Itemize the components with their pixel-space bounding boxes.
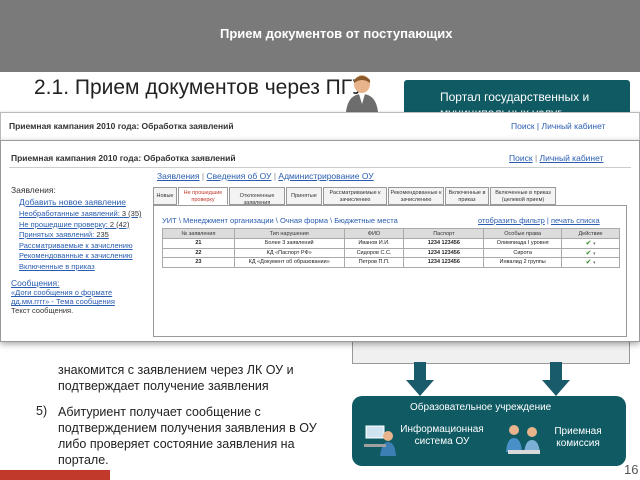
cell-fio: Петров П.П. (343, 257, 405, 268)
cabinet-link[interactable]: Личный кабинет (540, 153, 604, 163)
cell-rights: Сирота (483, 247, 563, 258)
back-window-title: Приемная кампания 2010 года: Обработка з… (9, 121, 234, 131)
slide-heading: 2.1. Прием документов через ПГУ (34, 76, 366, 99)
add-application-link[interactable]: Добавить новое заявление (19, 197, 151, 207)
table-row[interactable]: 22 КД «Паспорт РФ» Сидоров С.С. 1234 123… (162, 247, 620, 258)
tab-in-order-target[interactable]: Включенные в приказ (целевой прием) (490, 187, 556, 205)
app-window-screenshot: Приемная кампания 2010 года: Обработка з… (0, 140, 640, 342)
cell-action[interactable]: ✔ ▾ (561, 238, 620, 249)
sidebar-item-in-order[interactable]: Включенные в приказ (19, 262, 151, 273)
cell-passport: 1234 123456 (403, 238, 485, 249)
cell-violation: Более 3 заявлений (233, 238, 345, 249)
window-title: Приемная кампания 2010 года: Обработка з… (11, 153, 236, 163)
ou-commission-label: Приемная комиссия (554, 426, 602, 449)
main-menu: Заявления | Сведения об ОУ | Администрир… (157, 171, 374, 181)
col-header[interactable]: Тип нарушения (233, 228, 345, 239)
gray-panel (352, 340, 630, 364)
show-filter-link[interactable]: отобразить фильтр (478, 216, 545, 225)
sidebar-item-unprocessed[interactable]: Необработанные заявлений: 3 (35) (19, 209, 151, 220)
sidebar-item-considered[interactable]: Рассматриваемые к зачислению (19, 241, 151, 252)
cell-fio: Сидоров С.С. (343, 247, 405, 258)
sidebar-item-accepted[interactable]: Принятых заявлений: 235 (19, 230, 151, 241)
message-text: Текст сообщения. (11, 306, 74, 315)
cell-num: 23 (162, 257, 235, 268)
applications-table: № заявления Тип нарушения ФИО Паспорт Ос… (162, 228, 620, 268)
arrow-down-icon (406, 362, 434, 396)
divider (9, 167, 631, 168)
cell-num: 22 (162, 247, 235, 258)
page-number: 16 (624, 462, 639, 477)
applicant-person-icon (346, 75, 378, 112)
slide-header-title: Прием документов от поступающих (220, 26, 453, 41)
check-icon[interactable]: ✔ (586, 240, 592, 247)
cell-violation: КД «Документ об образовании» (233, 257, 345, 268)
col-header[interactable]: Паспорт (403, 228, 485, 239)
step-4-text: знакомится с заявлением через ЛК ОУ и по… (58, 363, 294, 393)
tab-panel: УИТ \ Менеджмент организации \ Очная фор… (153, 205, 627, 337)
educational-institution-box: Образовательное учреждение Информационна… (352, 396, 626, 466)
filter-links: отобразить фильтр | печать списка (478, 216, 600, 225)
table-header-row: № заявления Тип нарушения ФИО Паспорт Ос… (162, 228, 620, 239)
top-links: Поиск | Личный кабинет (509, 153, 604, 163)
dropdown-icon[interactable]: ▾ (593, 241, 596, 247)
cell-action[interactable]: ✔ ▾ (561, 247, 620, 258)
cell-num: 21 (162, 238, 235, 249)
dropdown-icon[interactable]: ▾ (593, 251, 596, 257)
arrow-down-icon (542, 362, 570, 396)
tab-accepted[interactable]: Принятые (286, 187, 322, 205)
table-row[interactable]: 23 КД «Документ об образовании» Петров П… (162, 257, 620, 268)
messages-heading[interactable]: Сообщения: (11, 278, 151, 288)
col-header[interactable]: Особые права (483, 228, 563, 239)
cell-passport: 1234 123456 (403, 257, 485, 268)
tab-rejected[interactable]: Отклоненные заявления (229, 187, 285, 206)
back-window-links: Поиск | Личный кабинет (511, 121, 606, 131)
breadcrumb[interactable]: УИТ \ Менеджмент организации \ Очная фор… (162, 216, 398, 225)
computer-user-icon (364, 425, 396, 456)
sidebar: Заявления: Добавить новое заявление Необ… (11, 185, 151, 315)
check-icon[interactable]: ✔ (586, 259, 592, 266)
tab-recommended[interactable]: Рекомендованные к зачислению (388, 187, 444, 205)
col-header[interactable]: ФИО (343, 228, 405, 239)
search-link[interactable]: Поиск (511, 121, 535, 131)
cabinet-link[interactable]: Личный кабинет (542, 121, 606, 131)
message-link[interactable]: «Доги сообщения о формате дд.мм.гггг» - … (11, 288, 151, 306)
step-5-number: 5) (36, 404, 48, 418)
check-icon[interactable]: ✔ (586, 250, 592, 257)
accent-bar (0, 470, 110, 480)
cell-passport: 1234 123456 (403, 247, 485, 258)
cell-rights: Олимпиада I уровня (483, 238, 563, 249)
menu-admin[interactable]: Администрирование ОУ (278, 171, 373, 181)
tab-in-order[interactable]: Включенные в приказ (445, 187, 489, 205)
ou-title: Образовательное учреждение (410, 402, 552, 413)
ou-system-label: Информационная система ОУ (400, 424, 484, 447)
portal-box: Портал государственных и муниципальных у… (404, 80, 630, 116)
sidebar-item-recommended[interactable]: Рекомендованные к зачислению (19, 251, 151, 262)
cell-fio: Иванов И.И. (343, 238, 405, 249)
step-5-text: Абитуриент получает сообщение с подтверж… (58, 405, 317, 467)
sidebar-item-failed-check[interactable]: Не прошедшие проверку: 2 (42) (19, 220, 151, 231)
slide-header-bar: Прием документов от поступающих (0, 0, 640, 72)
menu-info[interactable]: Сведения об ОУ (206, 171, 271, 181)
tab-failed-check[interactable]: Не прошедшие проверку (178, 187, 228, 205)
print-list-link[interactable]: печать списка (551, 216, 600, 225)
menu-applications[interactable]: Заявления (157, 171, 200, 181)
commission-people-icon (506, 425, 540, 454)
table-row[interactable]: 21 Более 3 заявлений Иванов И.И. 1234 12… (162, 238, 620, 249)
dropdown-icon[interactable]: ▾ (593, 260, 596, 266)
cell-action[interactable]: ✔ ▾ (561, 257, 620, 268)
search-link[interactable]: Поиск (509, 153, 533, 163)
sidebar-heading: Заявления: (11, 185, 56, 195)
back-window-screenshot: Приемная кампания 2010 года: Обработка з… (0, 112, 640, 142)
cell-violation: КД «Паспорт РФ» (233, 247, 345, 258)
tab-considered[interactable]: Рассматриваемые к зачислению (323, 187, 387, 205)
col-header[interactable]: № заявления (162, 228, 235, 239)
presentation-slide: Прием документов от поступающих 2.1. При… (0, 0, 640, 480)
col-header[interactable]: Действие (561, 228, 620, 239)
tab-new[interactable]: Новые (153, 187, 177, 205)
cell-rights: Инвалид 2 группы (483, 257, 563, 268)
